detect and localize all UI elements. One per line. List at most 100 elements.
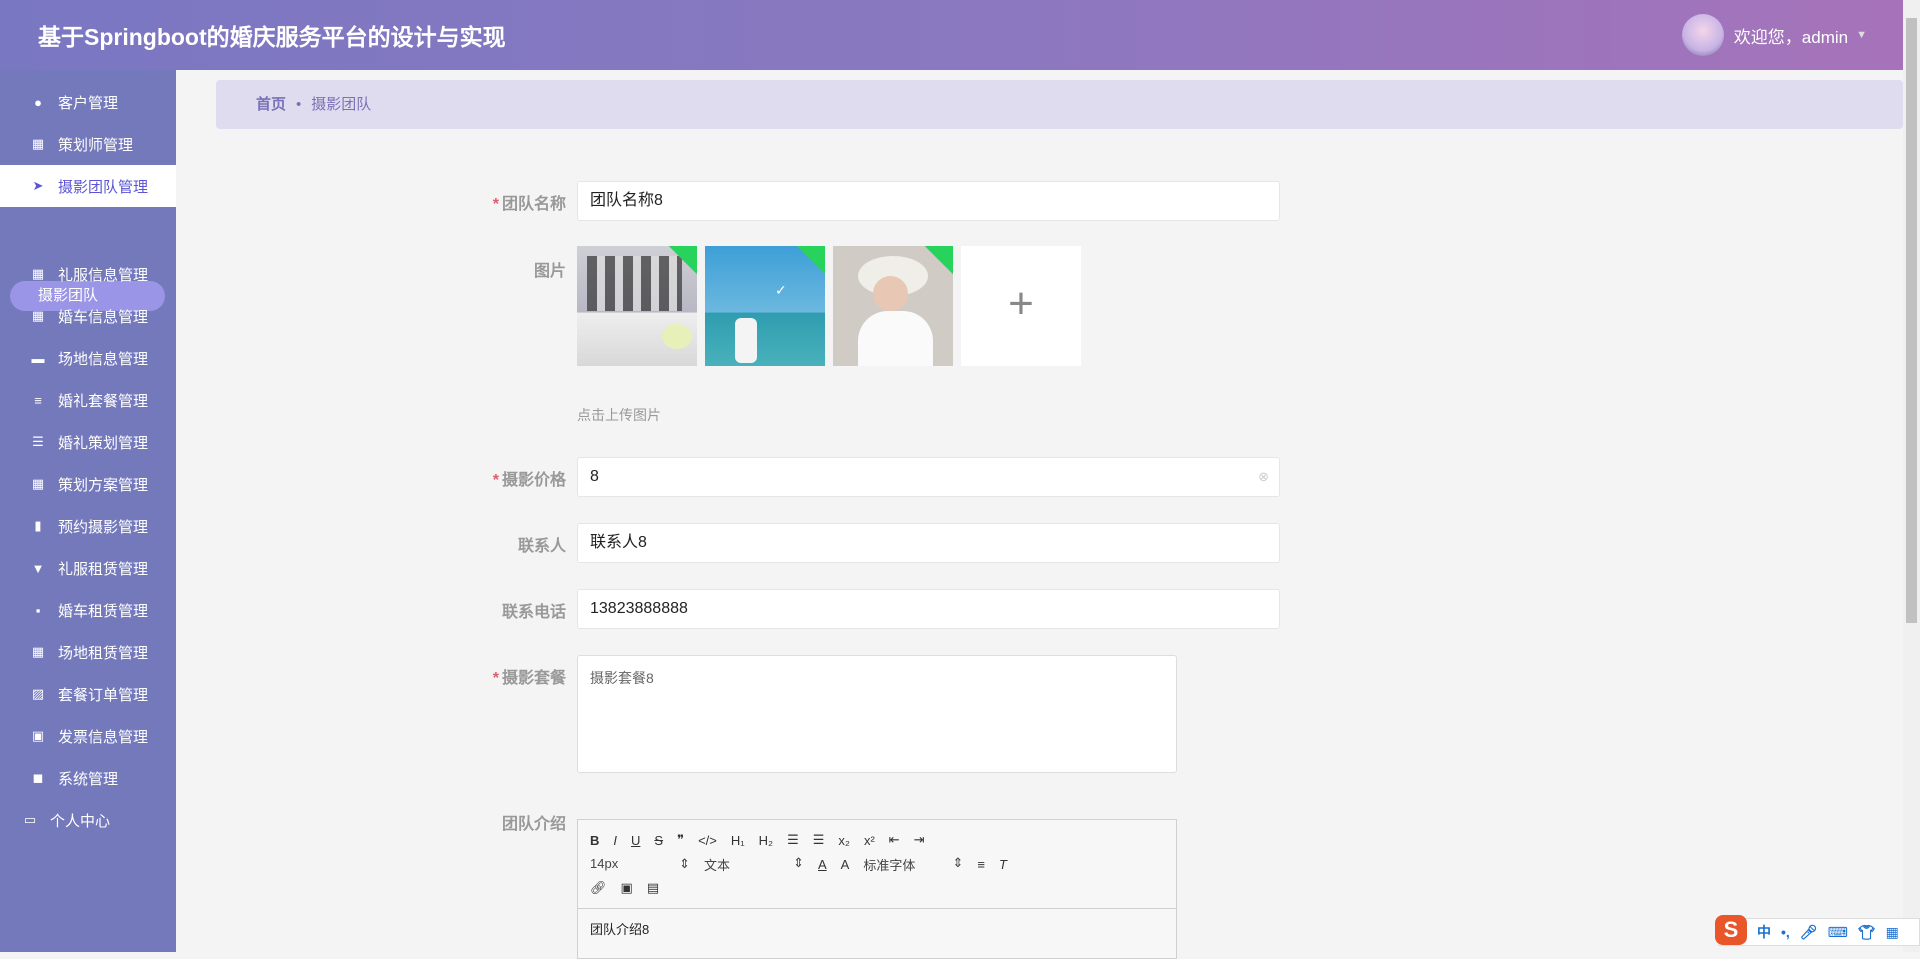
uploaded-image-2[interactable]: ✓ [705, 246, 825, 366]
ime-toolbar: S 中 •, 🎤︎ ⌨ 👕︎ ▦ [1715, 915, 1920, 946]
ime-lang[interactable]: 中 [1757, 922, 1771, 942]
clear-format-icon[interactable]: T [999, 857, 1007, 872]
sidebar-item[interactable]: ● 客户管理 [0, 81, 176, 123]
grid-icon: ▦ [31, 136, 45, 151]
sidebar-item-label: 礼服信息管理 [58, 266, 149, 284]
strike-icon[interactable]: S [654, 833, 663, 848]
sidebar-item[interactable]: ▬ 场地信息管理 [0, 337, 176, 379]
sidebar-item-label: 婚车租赁管理 [58, 602, 149, 620]
bullet-list-icon[interactable]: ☰ [813, 832, 825, 848]
outdent-icon[interactable]: ⇤ [889, 832, 900, 848]
sidebar-item[interactable]: ▭ 个人中心 [0, 799, 176, 841]
images-label: 图片 [533, 263, 566, 280]
superscript-icon[interactable]: x² [864, 833, 875, 848]
check-icon: ✓ [775, 282, 787, 298]
header-select[interactable]: 文本 ⇕ [704, 855, 804, 874]
bold-icon[interactable]: B [590, 833, 599, 848]
sidebar-item[interactable]: ▦ 策划方案管理 [0, 463, 176, 505]
camera-icon: ◼ [32, 770, 44, 785]
punctuation-icon[interactable]: •, [1781, 924, 1790, 940]
grid-icon: ▦ [31, 644, 45, 659]
font-family-select[interactable]: 标准字体 ⇕ [863, 855, 963, 874]
apps-icon[interactable]: ▦ [1886, 924, 1899, 941]
breadcrumb-home[interactable]: 首页 [256, 96, 286, 113]
sidebar-item[interactable]: ▦ 场地租赁管理 [0, 631, 176, 673]
breadcrumb-separator: • [296, 96, 302, 113]
scrollbar[interactable] [1903, 0, 1920, 952]
sidebar-item[interactable]: ▼ 礼服租赁管理 [0, 547, 176, 589]
image-icon[interactable]: ▣ [621, 880, 633, 896]
rich-text-editor: BIUS ❞ </> H₁ H₂ ☰ ☰ x₂ x² ⇤ ⇥ 14px ⇕ 文本 ⇕ AA… [577, 819, 1177, 959]
italic-icon[interactable]: I [613, 833, 617, 848]
sidebar-item[interactable]: ▮ 预约摄影管理 [0, 505, 176, 547]
card-icon: ▭ [23, 812, 37, 827]
ticket-icon: ▬ [31, 350, 45, 366]
uploaded-image-1[interactable] [577, 246, 697, 366]
user-menu[interactable]: 欢迎您，admin ▼ [1681, 14, 1867, 56]
code-icon[interactable]: </> [698, 833, 717, 848]
link-icon[interactable]: 🔗︎ [590, 880, 607, 896]
h2-icon[interactable]: H₂ [759, 833, 773, 848]
sidebar-item[interactable]: ➤ 摄影团队管理 [0, 165, 176, 207]
breadcrumb-current: 摄影团队 [311, 96, 372, 113]
sidebar-item-label: 策划方案管理 [58, 476, 149, 494]
video-icon[interactable]: ▤ [647, 880, 659, 896]
mic-icon[interactable]: 🎤︎ [1800, 924, 1818, 941]
sidebar-item-label: 摄影团队管理 [58, 178, 149, 196]
skin-icon[interactable]: 👕︎ [1858, 924, 1876, 941]
clear-icon: ⊗ [1258, 469, 1269, 484]
sidebar-item-label: 策划师管理 [58, 136, 134, 154]
sogou-logo-icon: S [1715, 915, 1747, 945]
add-image-button[interactable]: + [961, 246, 1081, 366]
sidebar-item[interactable]: ◼ 系统管理 [0, 757, 176, 799]
align-icon[interactable]: ≡ [977, 857, 985, 872]
package-label: * 摄影套餐 [492, 670, 566, 687]
chat-icon: ▪ [35, 602, 41, 618]
sidebar-item[interactable]: ▦ 礼服信息管理 [0, 253, 176, 295]
sidebar-item[interactable]: ☰ 婚礼策划管理 [0, 421, 176, 463]
phone-input[interactable]: 13823888888 [577, 589, 1280, 629]
contact-input[interactable]: 联系人8 [577, 523, 1280, 563]
clipboard-icon: ▣ [31, 728, 45, 743]
sidebar-item-label: 场地信息管理 [58, 350, 149, 368]
font-color-icon[interactable]: A [818, 857, 827, 872]
sidebar-item[interactable]: ▪ 婚车租赁管理 [0, 589, 176, 631]
scrollbar-thumb[interactable] [1906, 18, 1917, 623]
package-textarea[interactable]: 摄影套餐8 [577, 655, 1177, 773]
sidebar-item[interactable]: ▨ 套餐订单管理 [0, 673, 176, 715]
price-input[interactable]: 8 ⊗ [577, 457, 1280, 497]
sliders-icon: ≡ [34, 392, 42, 408]
editor-toolbar: BIUS ❞ </> H₁ H₂ ☰ ☰ x₂ x² ⇤ ⇥ 14px ⇕ 文本 ⇕ AA… [578, 820, 1176, 909]
font-size-select[interactable]: 14px ⇕ [590, 856, 690, 872]
ordered-list-icon[interactable]: ☰ [787, 832, 799, 848]
book-icon: ▮ [34, 518, 42, 533]
sidebar-item[interactable]: ▦ 策划师管理 [0, 123, 176, 165]
sidebar-item-label: 婚礼策划管理 [58, 434, 149, 452]
sidebar-item-label: 系统管理 [58, 770, 119, 788]
sidebar-item-label: 预约摄影管理 [58, 518, 149, 536]
sidebar-item[interactable]: ▦ 婚车信息管理 [0, 295, 176, 337]
upload-hint: 点击上传图片 [577, 407, 661, 423]
keyboard-icon[interactable]: ⌨ [1828, 924, 1848, 941]
team-name-input[interactable]: 团队名称8 [577, 181, 1280, 221]
indent-icon[interactable]: ⇥ [914, 832, 925, 848]
sidebar-item-label: 个人中心 [50, 812, 111, 830]
brush-icon: ▼ [31, 560, 45, 576]
breadcrumb: 首页 • 摄影团队 [216, 80, 1903, 129]
sidebar-item[interactable]: ≡ 婚礼套餐管理 [0, 379, 176, 421]
send-icon: ➤ [32, 178, 44, 193]
underline-icon[interactable]: U [631, 833, 640, 848]
uploaded-image-3[interactable] [833, 246, 953, 366]
app-title: 基于Springboot的婚庆服务平台的设计与实现 [38, 24, 506, 50]
list-icon: ☰ [32, 434, 44, 449]
welcome-text: 欢迎您，admin [1733, 27, 1849, 47]
subscript-icon[interactable]: x₂ [838, 833, 850, 848]
caret-down-icon: ▼ [1856, 29, 1867, 41]
sidebar-item-label: 发票信息管理 [58, 728, 149, 746]
background-color-icon[interactable]: A [841, 857, 850, 872]
quote-icon[interactable]: ❞ [677, 832, 684, 848]
h1-icon[interactable]: H₁ [731, 833, 745, 848]
editor-content[interactable]: 团队介绍8 [578, 909, 1176, 948]
sidebar-item-label: 婚车信息管理 [58, 308, 149, 326]
sidebar-item[interactable]: ▣ 发票信息管理 [0, 715, 176, 757]
